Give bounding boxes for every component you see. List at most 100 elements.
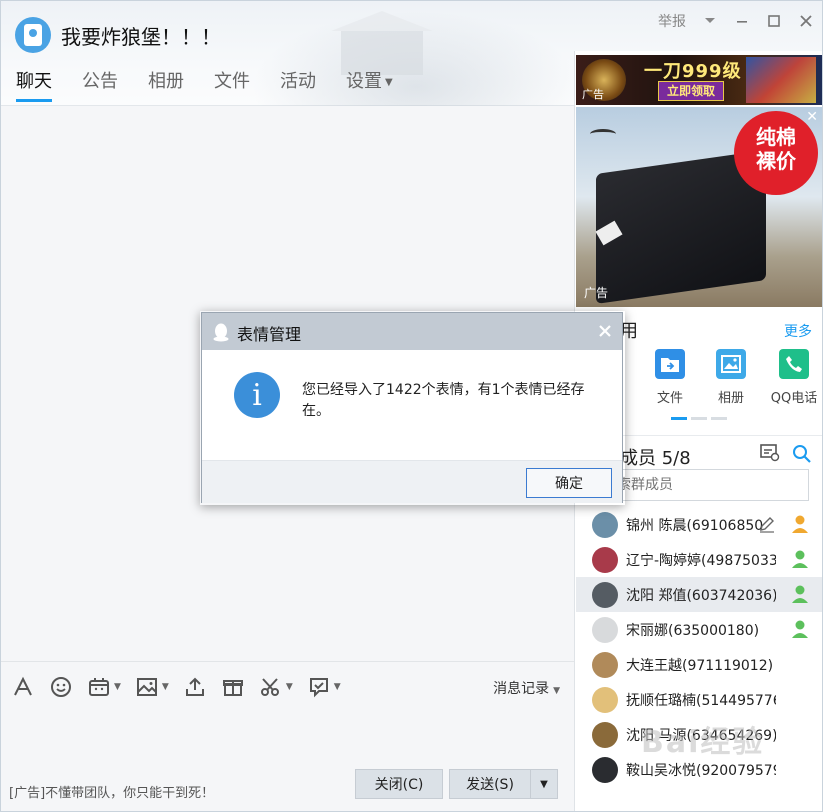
members-tools bbox=[760, 444, 812, 468]
report-button[interactable]: 举报 bbox=[658, 11, 686, 31]
app-album[interactable]: 相册 bbox=[701, 349, 761, 406]
message-input-area[interactable]: [广告]不懂带团队，你只能干到死！ 关闭(C) 发送(S) ▼ bbox=[1, 711, 574, 811]
ad-promo-line1: 纯棉 bbox=[756, 125, 796, 149]
admin-icon bbox=[790, 514, 810, 534]
menu-dropdown-icon[interactable] bbox=[702, 13, 718, 29]
member-avatar bbox=[592, 546, 618, 573]
message-history-label: 消息记录 bbox=[493, 681, 550, 697]
tab-chat[interactable]: 聊天 bbox=[16, 67, 52, 102]
maximize-icon[interactable] bbox=[766, 13, 782, 29]
tab-settings[interactable]: 设置 ▼ bbox=[346, 67, 393, 102]
pager-dot-active[interactable] bbox=[671, 417, 687, 420]
tab-activity[interactable]: 活动 bbox=[280, 67, 316, 102]
edit-icon[interactable] bbox=[758, 515, 776, 533]
apps-pager bbox=[671, 417, 727, 420]
chevron-down-icon: ▼ bbox=[540, 778, 548, 790]
chevron-down-icon: ▼ bbox=[333, 681, 341, 692]
upload-icon bbox=[185, 677, 204, 696]
bird-image bbox=[590, 129, 616, 139]
group-title: 我要炸狼堡！！！ bbox=[61, 25, 221, 49]
banner-ad-label: 广告 bbox=[582, 88, 604, 101]
gift-icon bbox=[222, 679, 243, 696]
pager-dot[interactable] bbox=[691, 417, 707, 420]
message-check-icon bbox=[309, 677, 328, 697]
dialog-footer: 确定 bbox=[202, 460, 622, 503]
member-avatar bbox=[592, 756, 618, 783]
member-name: 抚顺任璐楠(514495776) bbox=[626, 692, 776, 709]
send-options-button[interactable]: ▼ bbox=[530, 769, 558, 799]
member-role-icon bbox=[790, 549, 810, 569]
member-name: 宋丽娜(635000180) bbox=[626, 622, 760, 639]
app-files-label: 文件 bbox=[656, 391, 683, 406]
more-tools-button[interactable]: ▼ bbox=[307, 675, 341, 699]
clothing-ad-label: 广告 bbox=[584, 286, 609, 300]
qq-penguin-icon bbox=[213, 323, 229, 342]
group-avatar[interactable] bbox=[15, 17, 51, 53]
group-badge-icon bbox=[24, 24, 42, 46]
member-name: 辽宁-陶婷婷(498750333) bbox=[626, 552, 776, 569]
window-controls: 举报 bbox=[658, 11, 814, 31]
image-button[interactable]: ▼ bbox=[135, 675, 169, 699]
folder-icon bbox=[655, 349, 685, 379]
member-name: 鞍山吴冰悦(920079579) bbox=[626, 762, 776, 779]
member-row[interactable]: 大连王越(971119012) bbox=[576, 647, 822, 682]
app-qq-phone[interactable]: QQ电话 bbox=[764, 349, 822, 406]
ad-text-link[interactable]: [广告]不懂带团队，你只能干到死！ bbox=[9, 782, 214, 801]
clothing-ad[interactable]: 纯棉 裸价 ✕ 广告 bbox=[576, 107, 822, 307]
member-row[interactable]: 沈阳 郑值(603742036) bbox=[576, 577, 822, 612]
app-files[interactable]: 文件 bbox=[640, 349, 700, 406]
ok-button[interactable]: 确定 bbox=[526, 468, 612, 498]
upload-button[interactable] bbox=[183, 675, 207, 699]
ad-promo-line2: 裸价 bbox=[756, 149, 796, 173]
close-window-icon[interactable] bbox=[798, 13, 814, 29]
album-icon bbox=[716, 349, 746, 379]
search-icon[interactable] bbox=[792, 444, 812, 468]
dialog-titlebar[interactable]: 表情管理 bbox=[202, 313, 622, 350]
dialog-title: 表情管理 bbox=[237, 325, 302, 344]
chevron-down-icon: ▼ bbox=[285, 681, 293, 692]
close-button[interactable]: 关闭(C) bbox=[355, 769, 443, 799]
chevron-down-icon: ▼ bbox=[114, 681, 121, 692]
smiley-icon bbox=[51, 676, 71, 697]
input-toolbar: ▼ ▼ ▼ ▼ 消息记录 ▼ bbox=[1, 661, 574, 711]
emoji-manager-dialog: 表情管理 i 您已经导入了1422个表情，有1个表情已经存在。 确定 bbox=[201, 312, 623, 503]
member-name: 沈阳 郑值(603742036) bbox=[626, 587, 776, 604]
member-name: 锦州 陈晨(69106850 bbox=[626, 517, 764, 534]
phone-icon bbox=[779, 349, 809, 379]
close-icon[interactable] bbox=[596, 322, 614, 340]
member-row[interactable]: 抚顺任璐楠(514495776) bbox=[576, 682, 822, 717]
banner-ad-cta[interactable]: 立即领取 bbox=[658, 81, 724, 101]
close-ad-icon[interactable]: ✕ bbox=[806, 109, 818, 125]
tab-settings-label: 设置 bbox=[346, 71, 382, 92]
member-name: 大连王越(971119012) bbox=[626, 657, 774, 674]
banner-ad[interactable]: 一刀999级 立即领取 广告 bbox=[576, 55, 822, 105]
font-button[interactable] bbox=[11, 675, 35, 699]
sticker-button[interactable]: ▼ bbox=[87, 675, 121, 699]
pager-dot[interactable] bbox=[711, 417, 727, 420]
emoji-button[interactable] bbox=[49, 675, 73, 699]
member-row[interactable]: 辽宁-陶婷婷(498750333) bbox=[576, 542, 822, 577]
member-row[interactable]: 锦州 陈晨(69106850 bbox=[576, 507, 822, 542]
member-avatar bbox=[592, 721, 618, 748]
send-button[interactable]: 发送(S) bbox=[449, 769, 531, 799]
baidu-watermark: Bai经验 bbox=[641, 725, 765, 760]
tab-album[interactable]: 相册 bbox=[148, 67, 184, 102]
more-apps-link[interactable]: 更多 bbox=[784, 321, 812, 341]
member-role-icon bbox=[790, 584, 810, 604]
dialog-message: 您已经导入了1422个表情，有1个表情已经存在。 bbox=[302, 382, 585, 419]
minimize-icon[interactable] bbox=[734, 13, 750, 29]
game-character-image bbox=[746, 57, 816, 103]
app-qq-phone-label: QQ电话 bbox=[770, 391, 818, 406]
info-icon: i bbox=[234, 372, 280, 418]
message-history-button[interactable]: 消息记录 ▼ bbox=[493, 678, 560, 698]
tab-files[interactable]: 文件 bbox=[214, 67, 250, 102]
font-icon bbox=[14, 676, 32, 695]
member-settings-icon[interactable] bbox=[760, 444, 780, 468]
member-avatar bbox=[592, 581, 618, 608]
member-role-icon bbox=[790, 619, 810, 639]
screenshot-button[interactable]: ▼ bbox=[259, 675, 293, 699]
gift-button[interactable] bbox=[221, 675, 245, 699]
tab-announcement[interactable]: 公告 bbox=[82, 67, 118, 102]
chevron-down-icon: ▼ bbox=[385, 76, 393, 88]
member-row[interactable]: 宋丽娜(635000180) bbox=[576, 612, 822, 647]
